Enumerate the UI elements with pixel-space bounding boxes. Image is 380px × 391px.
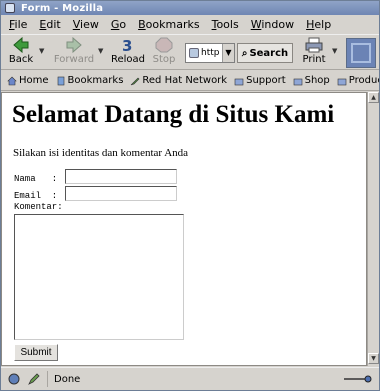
back-button[interactable]: Back bbox=[3, 37, 39, 69]
back-dropdown-icon[interactable]: ▼ bbox=[39, 47, 46, 55]
throbber-icon[interactable] bbox=[346, 38, 376, 68]
window-title: Form - Mozilla bbox=[21, 2, 104, 14]
back-label: Back bbox=[8, 54, 34, 65]
url-input[interactable] bbox=[201, 48, 223, 58]
url-bar[interactable]: ▼ bbox=[185, 43, 235, 63]
reload-label: Reload bbox=[110, 54, 146, 65]
bookmark-link-icon bbox=[131, 77, 140, 85]
menu-help[interactable]: Help bbox=[306, 18, 331, 31]
url-dropdown-icon[interactable]: ▼ bbox=[222, 44, 234, 62]
home-icon bbox=[7, 76, 17, 85]
folder-icon bbox=[337, 78, 347, 85]
page-content: Selamat Datang di Situs Kami Silakan isi… bbox=[1, 92, 367, 366]
intro-text: Silakan isi identitas dan komentar Anda bbox=[13, 147, 189, 159]
forward-button[interactable]: Forward bbox=[51, 37, 97, 69]
email-input[interactable] bbox=[65, 186, 177, 201]
bookmark-bookmarks[interactable]: Bookmarks bbox=[54, 75, 126, 86]
navigation-toolbar: Back ▼ Forward ▼ 3 Reload Stop ▼ bbox=[1, 34, 379, 70]
reload-button[interactable]: 3 Reload bbox=[109, 37, 147, 69]
scroll-down-icon[interactable]: ▼ bbox=[368, 353, 379, 364]
forward-label: Forward bbox=[53, 54, 95, 65]
nama-input[interactable] bbox=[65, 169, 177, 184]
komentar-textarea[interactable] bbox=[14, 214, 184, 340]
page-proxy-icon bbox=[189, 48, 199, 58]
menu-edit[interactable]: Edit bbox=[39, 18, 60, 31]
printer-icon bbox=[305, 37, 323, 53]
menu-bookmarks[interactable]: Bookmarks bbox=[138, 18, 199, 31]
forward-dropdown-icon[interactable]: ▼ bbox=[98, 47, 105, 55]
submit-button[interactable]: Submit bbox=[14, 344, 58, 361]
back-arrow-icon bbox=[13, 37, 29, 53]
print-label: Print bbox=[302, 54, 326, 65]
menu-window[interactable]: Window bbox=[251, 18, 294, 31]
bookmark-red-hat-network[interactable]: Red Hat Network bbox=[128, 75, 229, 86]
stop-button[interactable]: Stop bbox=[149, 37, 179, 69]
search-button[interactable]: ⌕ Search bbox=[237, 43, 293, 63]
menu-bar: File Edit View Go Bookmarks Tools Window… bbox=[1, 15, 379, 33]
reload-icon: 3 bbox=[122, 37, 132, 53]
search-label: Search bbox=[249, 47, 289, 59]
menu-view[interactable]: View bbox=[73, 18, 99, 31]
print-dropdown-icon[interactable]: ▼ bbox=[332, 47, 339, 55]
folder-icon bbox=[234, 78, 244, 85]
bookmark-shop[interactable]: Shop bbox=[291, 75, 332, 86]
bookmark-home[interactable]: Home bbox=[5, 75, 51, 86]
scroll-up-icon[interactable]: ▲ bbox=[368, 92, 379, 103]
komentar-label: Komentar: bbox=[14, 202, 63, 212]
menu-tools[interactable]: Tools bbox=[212, 18, 239, 31]
menu-file[interactable]: File bbox=[9, 18, 27, 31]
svg-text:3: 3 bbox=[122, 37, 132, 53]
stop-label: Stop bbox=[152, 54, 176, 65]
forward-arrow-icon bbox=[66, 37, 82, 53]
nama-label: Nama : bbox=[14, 174, 58, 184]
personal-toolbar: Home Bookmarks Red Hat Network Support S… bbox=[1, 71, 379, 91]
bookmarks-icon bbox=[57, 76, 64, 85]
vertical-scrollbar[interactable]: ▲ ▼ bbox=[367, 92, 379, 366]
stop-icon bbox=[155, 37, 173, 53]
status-text: Done bbox=[54, 373, 81, 385]
status-bar: Done bbox=[1, 367, 379, 390]
mozilla-app-icon bbox=[5, 3, 15, 13]
email-label: Email : bbox=[14, 191, 58, 201]
menu-go[interactable]: Go bbox=[111, 18, 126, 31]
browser-window: Form - Mozilla File Edit View Go Bookmar… bbox=[0, 0, 380, 391]
composer-icon[interactable] bbox=[27, 372, 41, 386]
navigator-icon[interactable] bbox=[7, 372, 21, 386]
online-status-icon[interactable] bbox=[343, 374, 373, 384]
folder-icon bbox=[293, 78, 302, 85]
page-heading: Selamat Datang di Situs Kami bbox=[12, 101, 335, 128]
search-icon: ⌕ bbox=[241, 47, 248, 59]
bookmark-support[interactable]: Support bbox=[232, 75, 288, 86]
title-bar: Form - Mozilla bbox=[1, 1, 379, 15]
status-separator bbox=[47, 371, 48, 387]
print-button[interactable]: Print bbox=[297, 37, 331, 69]
bookmark-products[interactable]: Products bbox=[335, 75, 379, 86]
